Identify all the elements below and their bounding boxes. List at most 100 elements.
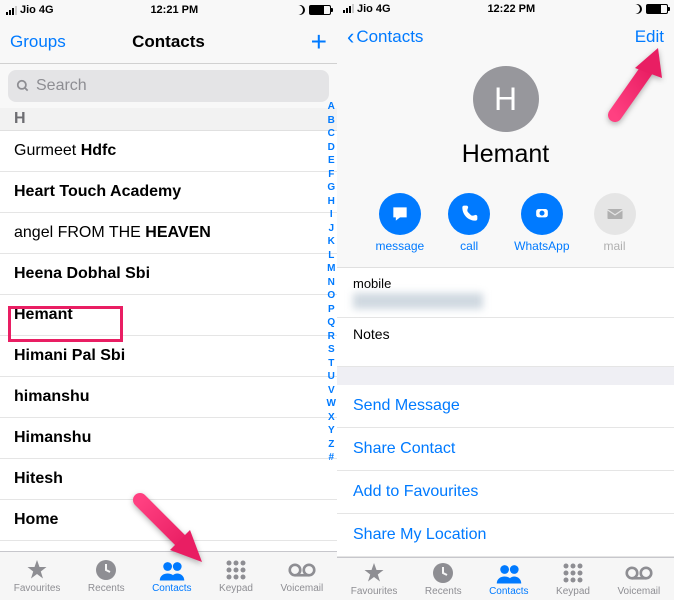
link-send-message[interactable]: Send Message [337,385,674,428]
index-letter[interactable]: K [327,235,336,249]
index-letter[interactable]: T [327,357,336,371]
dnd-icon [632,4,642,14]
contact-row[interactable]: Home [0,500,337,541]
index-letter[interactable]: R [327,330,336,344]
tab-keypad[interactable]: Keypad [219,558,253,594]
tab-keypad[interactable]: Keypad [556,561,590,597]
tab-recents[interactable]: Recents [425,561,462,597]
index-letter[interactable]: A [327,100,336,114]
link-add-to-favourites[interactable]: Add to Favourites [337,471,674,514]
action-call[interactable]: call [448,193,490,253]
index-bar[interactable]: ABCDEFGHIJKLMNOPQRSTUVWXYZ# [327,100,336,465]
index-letter[interactable]: Q [327,316,336,330]
contact-name: Hemant [337,140,674,169]
battery-icon [646,4,668,14]
contacts-icon [495,561,523,585]
battery-icon [309,5,331,15]
index-letter[interactable]: W [327,397,336,411]
network-label: 4G [39,4,54,16]
index-letter[interactable]: G [327,181,336,195]
mobile-row[interactable]: mobile [337,268,674,318]
contact-row[interactable]: Hemant [0,295,337,336]
index-letter[interactable]: H [327,195,336,209]
avatar: H [473,66,539,132]
index-letter[interactable]: F [327,168,336,182]
signal-icon [6,6,17,15]
search-input[interactable]: Search [8,70,329,102]
tab-favourites[interactable]: Favourites [14,558,61,594]
contact-row[interactable]: Heena Dobhal Sbi [0,254,337,295]
index-letter[interactable]: D [327,141,336,155]
link-share-contact[interactable]: Share Contact [337,428,674,471]
message-icon [379,193,421,235]
index-letter[interactable]: N [327,276,336,290]
status-bar: Jio 4G 12:22 PM [337,0,674,18]
index-letter[interactable]: L [327,249,336,263]
search-icon [16,79,30,93]
contact-row[interactable]: Himani Pal Sbi [0,336,337,377]
dnd-icon [295,5,305,15]
search-placeholder: Search [36,77,87,95]
index-letter[interactable]: # [327,451,336,465]
contact-row[interactable]: Himanshu [0,418,337,459]
index-letter[interactable]: I [327,208,336,222]
contact-row[interactable]: Hitesh [0,459,337,500]
tab-favourites[interactable]: Favourites [351,561,398,597]
contacts-icon [158,558,186,582]
edit-button[interactable]: Edit [635,27,664,47]
notes-row[interactable]: Notes [337,318,674,367]
WhatsApp-icon [521,193,563,235]
time-label: 12:22 PM [487,3,535,15]
contact-row[interactable]: himanshu [0,377,337,418]
action-WhatsApp[interactable]: WhatsApp [514,193,569,253]
index-letter[interactable]: B [327,114,336,128]
mail-icon [594,193,636,235]
call-icon [448,193,490,235]
contact-row[interactable]: Gurmeet Hdfc [0,131,337,172]
index-letter[interactable]: S [327,343,336,357]
back-button[interactable]: ‹Contacts [347,24,423,50]
add-contact-button[interactable]: + [311,26,327,58]
mobile-number [353,293,483,309]
screen-contacts-list: Jio 4G 12:21 PM Groups Contacts + Search… [0,0,337,600]
index-letter[interactable]: E [327,154,336,168]
index-letter[interactable]: Y [327,424,336,438]
contact-list[interactable]: Gurmeet HdfcHeart Touch Academyangel FRO… [0,131,337,551]
carrier-label: Jio [357,3,373,15]
time-label: 12:21 PM [150,4,198,16]
tab-recents[interactable]: Recents [88,558,125,594]
tab-voicemail[interactable]: Voicemail [280,558,323,594]
tab-contacts[interactable]: Contacts [489,561,528,597]
mobile-label: mobile [353,276,658,291]
network-label: 4G [376,3,391,15]
index-letter[interactable]: Z [327,438,336,452]
favourites-icon [23,558,51,582]
keypad-icon [222,558,250,582]
notes-label: Notes [353,326,390,342]
voicemail-icon [288,558,316,582]
contact-row[interactable]: Heart Touch Academy [0,172,337,213]
tab-contacts[interactable]: Contacts [152,558,191,594]
page-title: Contacts [132,32,205,52]
nav-bar: ‹Contacts Edit [337,18,674,57]
screen-contact-detail: Jio 4G 12:22 PM ‹Contacts Edit H Hemant … [337,0,674,600]
action-message[interactable]: message [375,193,424,253]
index-letter[interactable]: J [327,222,336,236]
link-share-my-location[interactable]: Share My Location [337,514,674,557]
contact-row[interactable]: angel FROM THE HEAVEN [0,213,337,254]
section-header: H [0,108,337,131]
index-letter[interactable]: C [327,127,336,141]
recents-icon [429,561,457,585]
index-letter[interactable]: V [327,384,336,398]
signal-icon [343,4,354,13]
groups-button[interactable]: Groups [10,32,66,52]
recents-icon [92,558,120,582]
voicemail-icon [625,561,653,585]
tab-voicemail[interactable]: Voicemail [617,561,660,597]
index-letter[interactable]: U [327,370,336,384]
contact-row[interactable]: Home [0,541,337,551]
index-letter[interactable]: M [327,262,336,276]
index-letter[interactable]: P [327,303,336,317]
index-letter[interactable]: O [327,289,336,303]
index-letter[interactable]: X [327,411,336,425]
